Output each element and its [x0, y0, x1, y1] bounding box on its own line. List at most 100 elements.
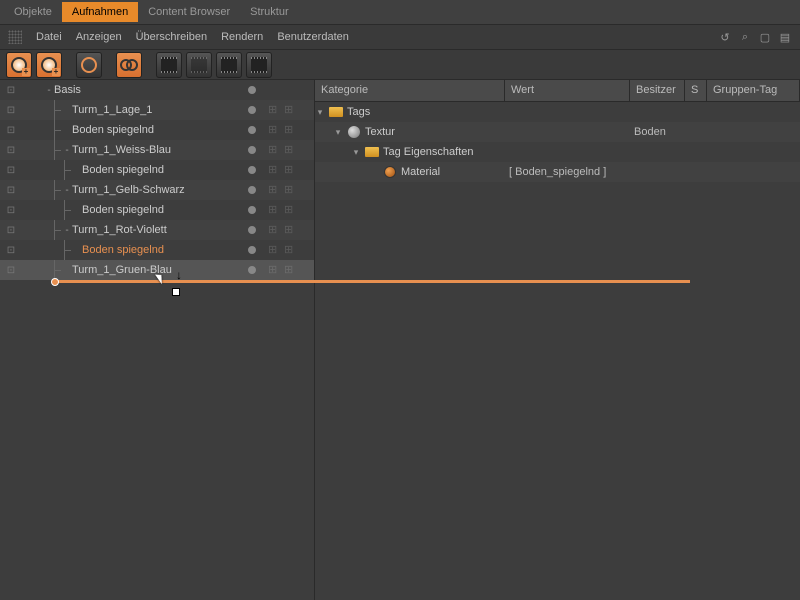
- visibility-icon[interactable]: ⊡: [0, 85, 22, 96]
- search-icon[interactable]: ⌕: [738, 30, 752, 44]
- property-label: Textur: [365, 126, 395, 138]
- tag-icon[interactable]: ⊞: [268, 203, 282, 217]
- tag-icon[interactable]: ⊞: [268, 243, 282, 257]
- tab-content-browser[interactable]: Content Browser: [138, 2, 240, 22]
- toolbar: + +: [0, 50, 800, 80]
- film-button-3[interactable]: [216, 52, 242, 78]
- tab-objekte[interactable]: Objekte: [4, 2, 62, 22]
- film-button-1[interactable]: [156, 52, 182, 78]
- header-s[interactable]: S: [685, 80, 707, 101]
- tag-icon[interactable]: ⊞: [268, 223, 282, 237]
- visibility-icon[interactable]: ⊡: [0, 265, 22, 276]
- expander-icon[interactable]: -: [44, 85, 54, 96]
- tag-icon[interactable]: ⊞: [284, 223, 298, 237]
- visibility-icon[interactable]: ⊡: [0, 225, 22, 236]
- tree-row[interactable]: ⊡Boden spiegelnd⊞⊞: [0, 160, 314, 180]
- property-label: Material: [401, 166, 440, 178]
- tree-row[interactable]: ⊡Turm_1_Lage_1⊞⊞: [0, 100, 314, 120]
- expander-icon[interactable]: ▾: [315, 107, 325, 118]
- status-dot[interactable]: [240, 86, 264, 94]
- header-gruppen-tag[interactable]: Gruppen-Tag: [707, 80, 800, 101]
- override-button[interactable]: [116, 52, 142, 78]
- status-dot[interactable]: [240, 266, 264, 274]
- material-icon: [384, 166, 396, 178]
- property-value[interactable]: [ Boden_spiegelnd ]: [505, 166, 630, 178]
- tree-row[interactable]: ⊡-Turm_1_Rot-Violett⊞⊞: [0, 220, 314, 240]
- tree-row[interactable]: ⊡Turm_1_Gruen-Blau⊞⊞: [0, 260, 314, 280]
- visibility-icon[interactable]: ⊡: [0, 125, 22, 136]
- visibility-icon[interactable]: ⊡: [0, 105, 22, 116]
- film-button-4[interactable]: [246, 52, 272, 78]
- header-besitzer[interactable]: Besitzer: [630, 80, 685, 101]
- status-dot[interactable]: [240, 226, 264, 234]
- property-row[interactable]: Material [ Boden_spiegelnd ]: [315, 162, 800, 182]
- status-dot[interactable]: [240, 106, 264, 114]
- property-row[interactable]: ▾TexturBoden: [315, 122, 800, 142]
- take-button[interactable]: +: [6, 52, 32, 78]
- tag-icon[interactable]: ⊞: [284, 243, 298, 257]
- status-dot[interactable]: [240, 126, 264, 134]
- tree-label: Basis: [54, 84, 240, 96]
- status-dot[interactable]: [240, 206, 264, 214]
- tag-icon[interactable]: ⊞: [268, 143, 282, 157]
- visibility-icon[interactable]: ⊡: [0, 205, 22, 216]
- tag-icon[interactable]: ⊞: [284, 203, 298, 217]
- tree-label: Turm_1_Weiss-Blau: [72, 144, 240, 156]
- tab-aufnahmen[interactable]: Aufnahmen: [62, 2, 138, 22]
- property-row[interactable]: ▾Tags: [315, 102, 800, 122]
- history-icon[interactable]: ↺: [718, 30, 732, 44]
- visibility-icon[interactable]: ⊡: [0, 245, 22, 256]
- status-dot[interactable]: [240, 146, 264, 154]
- header-kategorie[interactable]: Kategorie: [315, 80, 505, 101]
- visibility-icon[interactable]: ⊡: [0, 185, 22, 196]
- property-label: Tag Eigenschaften: [383, 146, 474, 158]
- tree-label: Boden spiegelnd: [82, 244, 240, 256]
- property-row[interactable]: ▾ Tag Eigenschaften: [315, 142, 800, 162]
- tree-row[interactable]: ⊡ Boden spiegelnd ⊞⊞: [0, 240, 314, 260]
- tag-icon[interactable]: ⊞: [284, 123, 298, 137]
- menu-datei[interactable]: Datei: [36, 31, 62, 43]
- visibility-icon[interactable]: ⊡: [0, 165, 22, 176]
- takes-tree[interactable]: ⊡-Basis⊡Turm_1_Lage_1⊞⊞⊡Boden spiegelnd⊞…: [0, 80, 315, 600]
- expander-icon[interactable]: ▾: [333, 127, 343, 138]
- tree-row[interactable]: ⊡-Turm_1_Gelb-Schwarz⊞⊞: [0, 180, 314, 200]
- menu-ueberschreiben[interactable]: Überschreiben: [136, 31, 208, 43]
- panel-icon[interactable]: ▤: [778, 30, 792, 44]
- tag-icon[interactable]: ⊞: [284, 183, 298, 197]
- film-button-2[interactable]: [186, 52, 212, 78]
- tab-struktur[interactable]: Struktur: [240, 2, 299, 22]
- status-dot[interactable]: [240, 166, 264, 174]
- tag-icon[interactable]: ⊞: [284, 103, 298, 117]
- status-dot[interactable]: [240, 246, 264, 254]
- menu-benutzerdaten[interactable]: Benutzerdaten: [277, 31, 349, 43]
- tag-icon[interactable]: ⊞: [284, 163, 298, 177]
- texture-icon: [348, 126, 360, 138]
- row-tags: ⊞⊞: [264, 123, 314, 137]
- tree-row[interactable]: ⊡ Boden spiegelnd ⊞⊞: [0, 200, 314, 220]
- target-button[interactable]: [76, 52, 102, 78]
- expander-icon[interactable]: -: [62, 185, 72, 196]
- expander-icon[interactable]: -: [62, 225, 72, 236]
- menu-anzeigen[interactable]: Anzeigen: [76, 31, 122, 43]
- layout-icon[interactable]: ▢: [758, 30, 772, 44]
- tree-row[interactable]: ⊡Boden spiegelnd⊞⊞: [0, 120, 314, 140]
- visibility-icon[interactable]: ⊡: [0, 145, 22, 156]
- tree-row[interactable]: ⊡ -Turm_1_Weiss-Blau ⊞⊞: [0, 140, 314, 160]
- tag-icon[interactable]: ⊞: [284, 263, 298, 277]
- header-wert[interactable]: Wert: [505, 80, 630, 101]
- tag-icon[interactable]: ⊞: [268, 123, 282, 137]
- tag-icon[interactable]: ⊞: [284, 143, 298, 157]
- tag-icon[interactable]: ⊞: [268, 103, 282, 117]
- status-dot[interactable]: [240, 186, 264, 194]
- tag-icon[interactable]: ⊞: [268, 263, 282, 277]
- properties-panel: Kategorie Wert Besitzer S Gruppen-Tag ▾T…: [315, 80, 800, 600]
- tree-row[interactable]: ⊡ -Basis: [0, 80, 314, 100]
- tree-label: Boden spiegelnd: [82, 204, 240, 216]
- row-tags: ⊞⊞: [264, 203, 314, 217]
- take-add-button[interactable]: +: [36, 52, 62, 78]
- tag-icon[interactable]: ⊞: [268, 183, 282, 197]
- tag-icon[interactable]: ⊞: [268, 163, 282, 177]
- expander-icon[interactable]: ▾: [351, 147, 361, 158]
- expander-icon[interactable]: -: [62, 145, 72, 156]
- menu-rendern[interactable]: Rendern: [221, 31, 263, 43]
